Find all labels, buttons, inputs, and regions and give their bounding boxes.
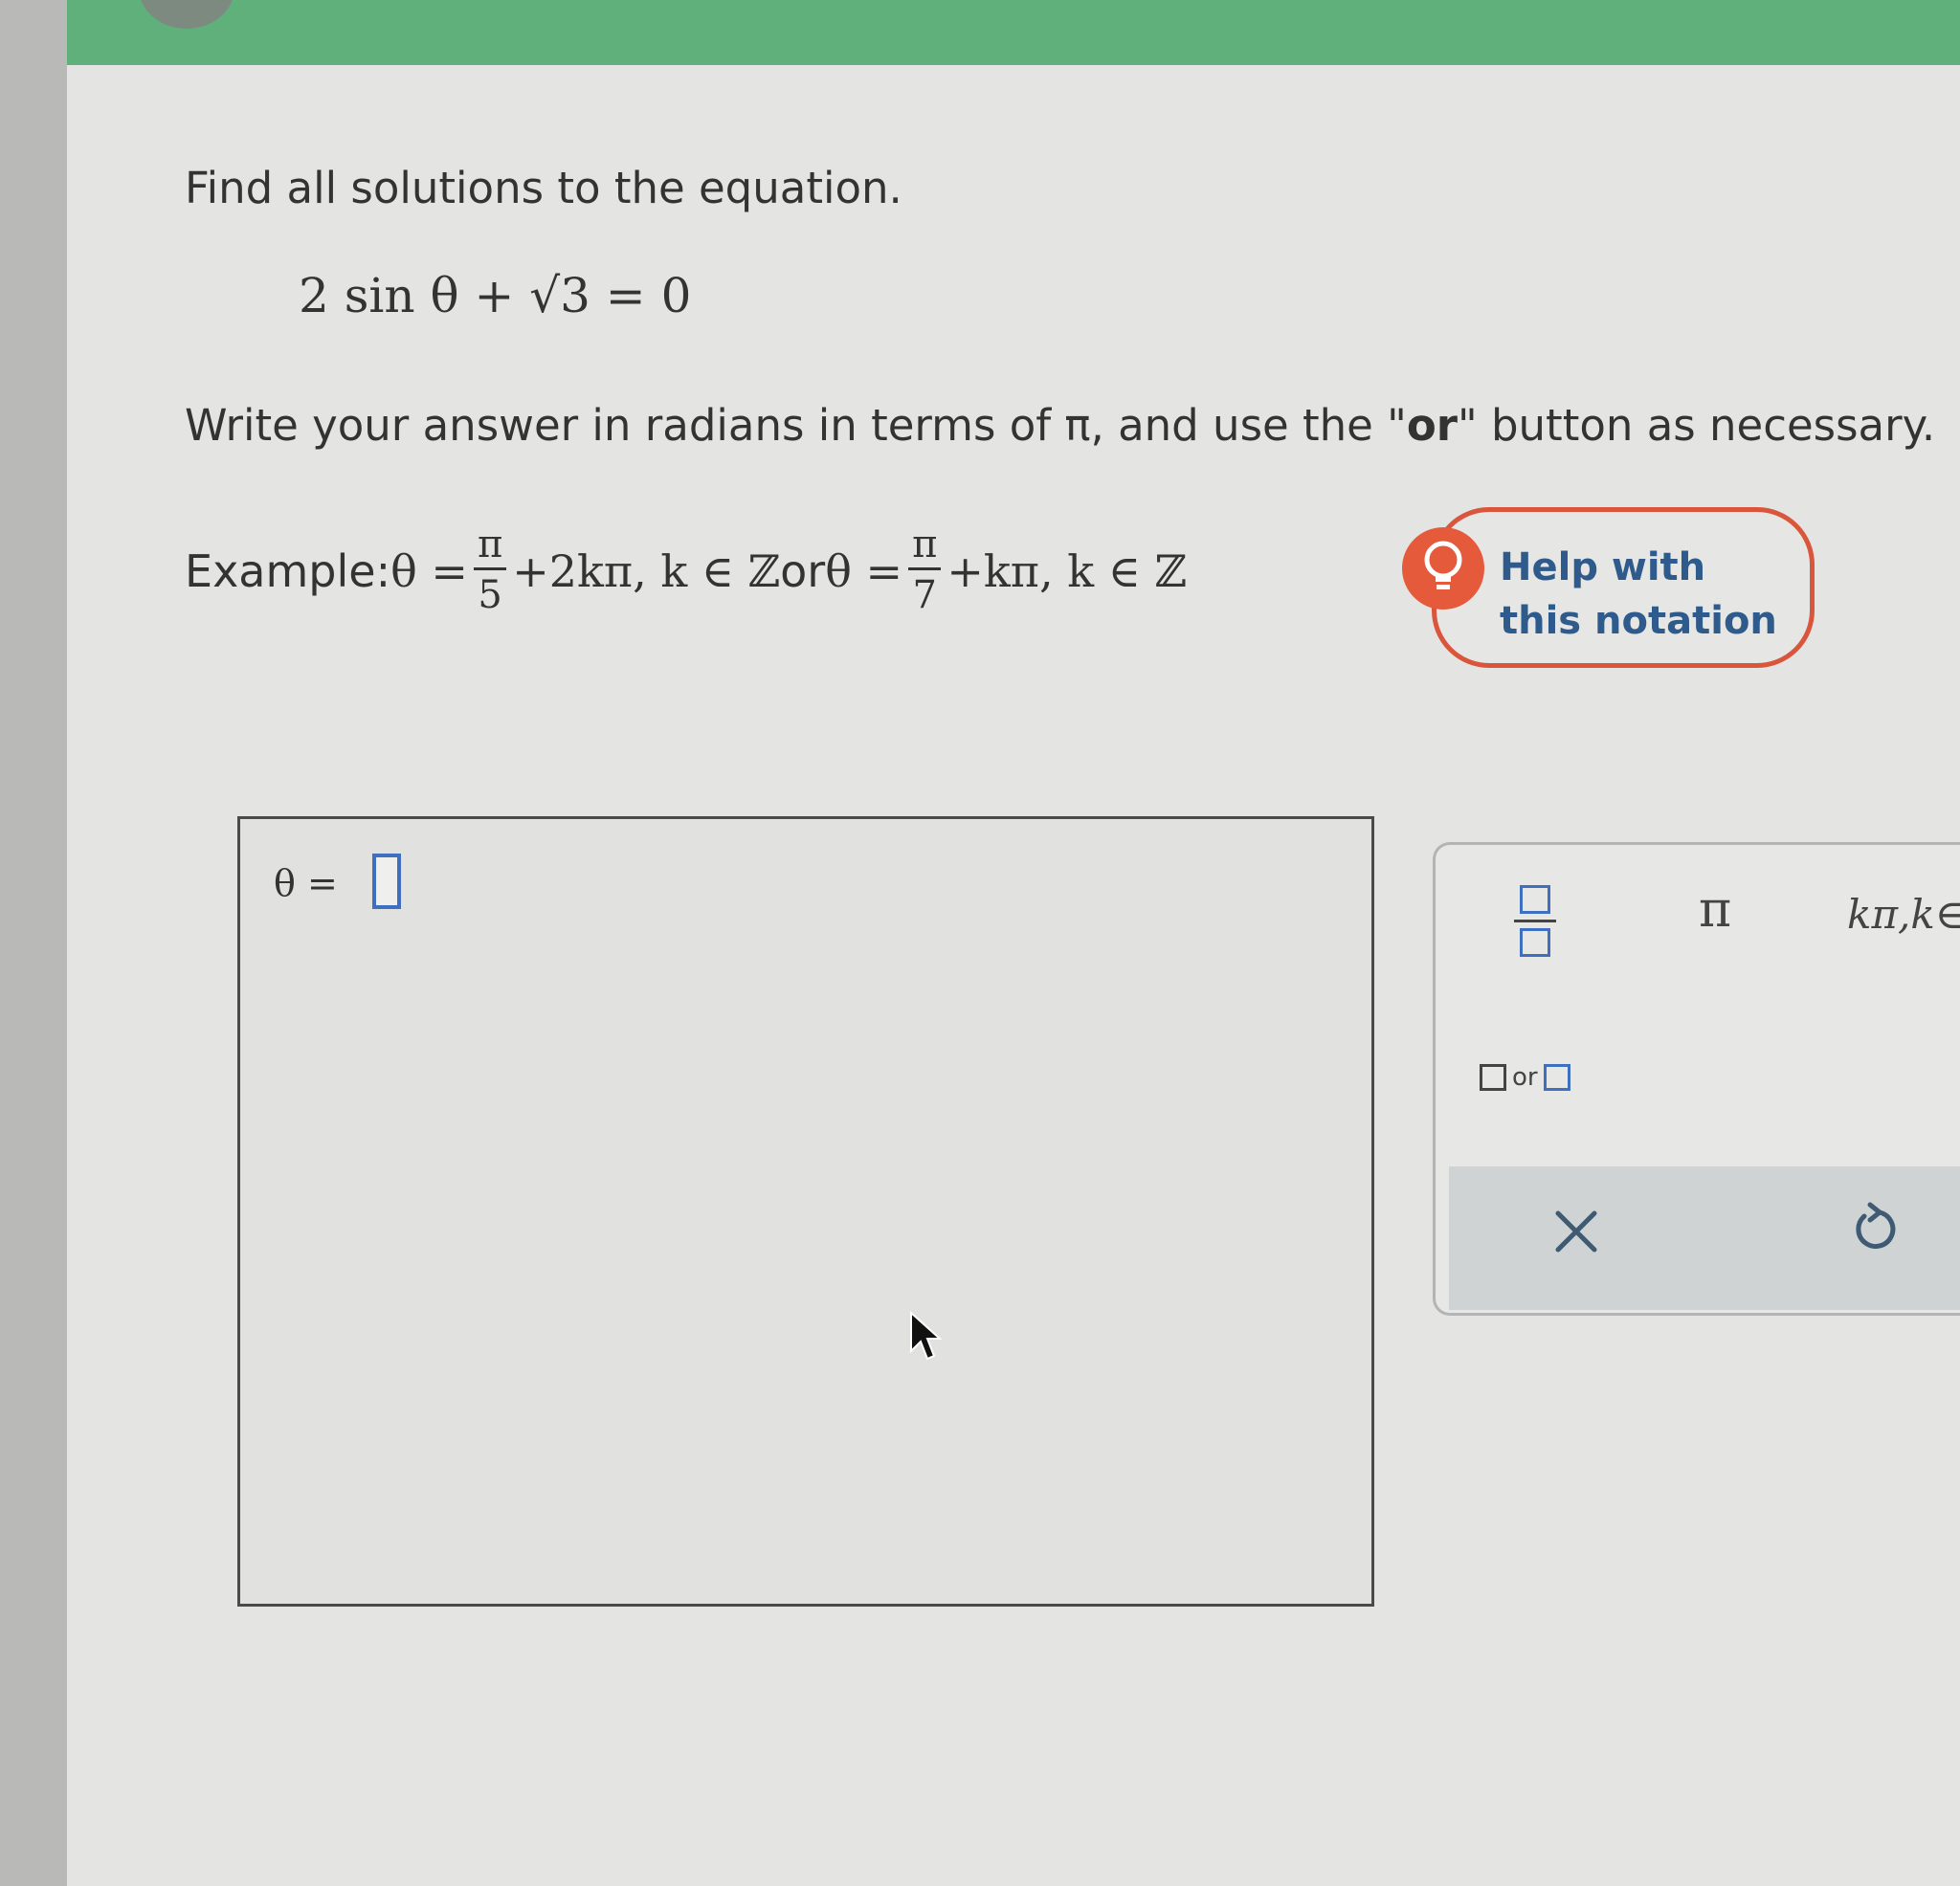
answer-box[interactable]: θ = <box>237 816 1374 1607</box>
instruction-part: " button as necessary. <box>1457 400 1936 451</box>
example-lhs: θ = <box>825 544 903 597</box>
k-pi-integer-button[interactable]: kπ,k∈ℤ <box>1847 891 1960 938</box>
fraction-bar-icon <box>1514 920 1556 922</box>
mouse-pointer-icon <box>909 1310 943 1368</box>
equation: 2 sin θ + √3 = 0 <box>299 268 692 323</box>
example-lhs: θ = <box>390 544 468 597</box>
or-slot-icon <box>1543 1064 1570 1091</box>
instruction-text: Write your answer in radians in terms of… <box>185 400 1935 451</box>
fraction-slot-icon <box>1520 928 1550 957</box>
help-notation-button[interactable]: Help with this notation <box>1402 507 1815 668</box>
example-rest: +kπ, k ∈ ℤ <box>947 544 1188 597</box>
help-notation-label: Help with this notation <box>1500 541 1777 648</box>
example-fraction: π 7 <box>908 521 942 620</box>
fraction-denominator: 5 <box>478 573 502 617</box>
example-text: Example: θ = π 5 +2kπ, k ∈ ℤ or θ = π 7 … <box>185 521 1187 620</box>
fraction-button[interactable] <box>1514 885 1556 957</box>
or-button-label: or <box>1512 1063 1538 1092</box>
or-slot-icon <box>1480 1064 1506 1091</box>
lightbulb-icon-svg <box>1424 541 1462 589</box>
example-fraction: π 5 <box>473 521 507 620</box>
lightbulb-icon <box>1402 527 1484 610</box>
math-palette: π kπ,k∈ℤ or <box>1433 842 1960 1316</box>
answer-input[interactable] <box>372 854 401 909</box>
example-label: Example: <box>185 544 391 597</box>
help-line: this notation <box>1500 599 1777 643</box>
instruction-or-bold: or <box>1406 400 1458 451</box>
clear-button[interactable] <box>1554 1201 1598 1268</box>
example-or: or <box>780 544 826 597</box>
undo-button[interactable] <box>1851 1201 1899 1268</box>
undo-icon <box>1856 1202 1896 1249</box>
instruction-part: Write your answer in radians in terms of… <box>185 400 1407 451</box>
example-rest: +2kπ, k ∈ ℤ <box>512 544 781 597</box>
fraction-slot-icon <box>1520 885 1550 914</box>
mouse-pointer-svg <box>910 1310 943 1361</box>
header-bar <box>67 0 1960 65</box>
fraction-numerator: π <box>473 521 507 570</box>
help-line: Help with <box>1500 545 1706 589</box>
answer-lhs: θ = <box>274 862 338 904</box>
x-icon <box>1555 1210 1597 1253</box>
browser-edge <box>0 0 67 1886</box>
question-prompt: Find all solutions to the equation. <box>185 163 902 213</box>
fraction-numerator: π <box>908 521 942 570</box>
or-button[interactable]: or <box>1480 1063 1570 1092</box>
pi-button[interactable]: π <box>1699 881 1731 939</box>
fraction-denominator: 7 <box>912 573 937 617</box>
palette-actions <box>1449 1166 1960 1310</box>
